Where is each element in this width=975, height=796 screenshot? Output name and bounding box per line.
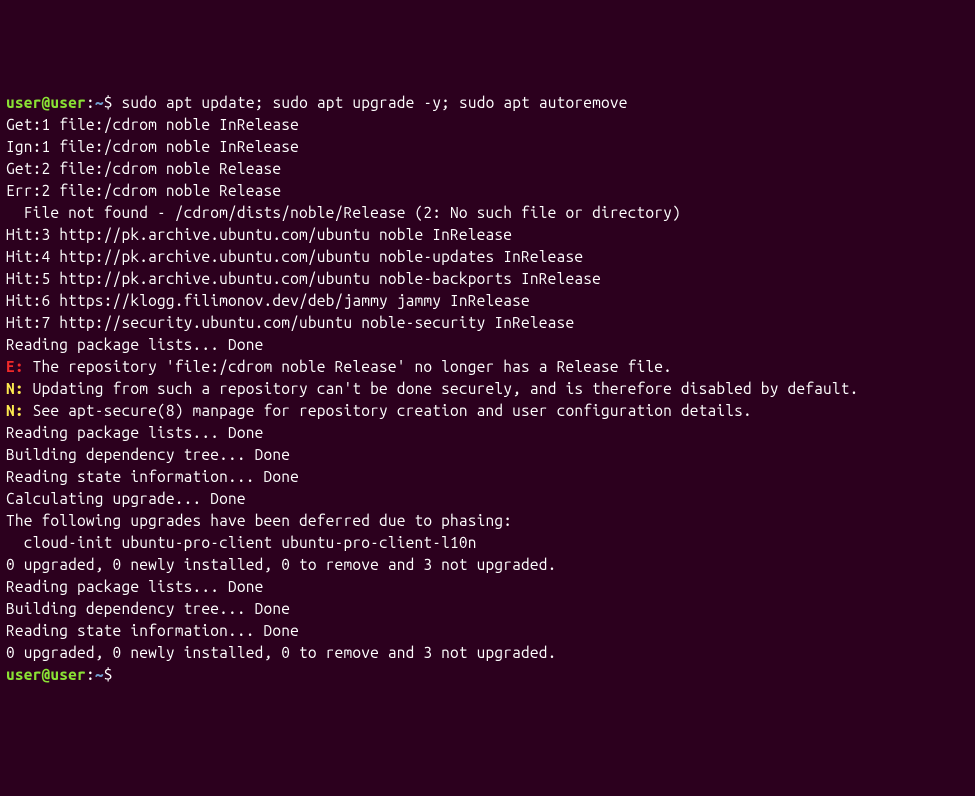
prompt-host: user — [50, 94, 86, 111]
output-text: See apt-secure(8) manpage for repository… — [24, 402, 752, 419]
output-text: Hit:5 http://pk.archive.ubuntu.com/ubunt… — [6, 270, 601, 287]
prompt-at: @ — [42, 666, 51, 683]
output-text: Reading package lists... Done — [6, 336, 264, 353]
output-line: cloud-init ubuntu-pro-client ubuntu-pro-… — [6, 532, 969, 554]
output-line: The following upgrades have been deferre… — [6, 510, 969, 532]
terminal-output: Get:1 file:/cdrom noble InRelease Ign:1 f… — [6, 114, 969, 664]
output-line: 0 upgraded, 0 newly installed, 0 to remo… — [6, 554, 969, 576]
output-text: Hit:3 http://pk.archive.ubuntu.com/ubunt… — [6, 226, 512, 243]
output-line: Ign:1 file:/cdrom noble InRelease — [6, 136, 969, 158]
output-text: Reading state information... Done — [6, 622, 299, 639]
output-text: Updating from such a repository can't be… — [24, 380, 859, 397]
output-text: File not found - /cdrom/dists/noble/Rele… — [6, 204, 681, 221]
output-line: Hit:7 http://security.ubuntu.com/ubuntu … — [6, 312, 969, 334]
output-line: Reading state information... Done — [6, 620, 969, 642]
output-text: Get:2 file:/cdrom noble Release — [6, 160, 281, 177]
output-line: Reading package lists... Done — [6, 334, 969, 356]
prompt-path: ~ — [95, 94, 104, 111]
output-text: Hit:7 http://security.ubuntu.com/ubuntu … — [6, 314, 574, 331]
output-line: Hit:5 http://pk.archive.ubuntu.com/ubunt… — [6, 268, 969, 290]
prompt-user: user — [6, 666, 42, 683]
output-line: 0 upgraded, 0 newly installed, 0 to remo… — [6, 642, 969, 664]
output-line: Reading state information... Done — [6, 466, 969, 488]
prompt-colon: : — [86, 666, 95, 683]
prompt-line-2[interactable]: user@user:~$ — [6, 664, 969, 686]
output-text: The repository 'file:/cdrom noble Releas… — [24, 358, 672, 375]
output-text: Calculating upgrade... Done — [6, 490, 246, 507]
output-text: Hit:6 https://klogg.filimonov.dev/deb/ja… — [6, 292, 530, 309]
output-text: 0 upgraded, 0 newly installed, 0 to remo… — [6, 644, 557, 661]
output-line: Reading package lists... Done — [6, 576, 969, 598]
output-line: Hit:6 https://klogg.filimonov.dev/deb/ja… — [6, 290, 969, 312]
prompt-user: user — [6, 94, 42, 111]
output-text: 0 upgraded, 0 newly installed, 0 to remo… — [6, 556, 557, 573]
output-line: N: See apt-secure(8) manpage for reposit… — [6, 400, 969, 422]
output-text: Reading state information... Done — [6, 468, 299, 485]
output-line: N: Updating from such a repository can't… — [6, 378, 969, 400]
output-text: Reading package lists... Done — [6, 424, 264, 441]
notice-prefix: N: — [6, 380, 24, 397]
output-line: Calculating upgrade... Done — [6, 488, 969, 510]
output-line: Hit:3 http://pk.archive.ubuntu.com/ubunt… — [6, 224, 969, 246]
error-prefix: E: — [6, 358, 24, 375]
output-line: Get:2 file:/cdrom noble Release — [6, 158, 969, 180]
prompt-line-1[interactable]: user@user:~$ sudo apt update; sudo apt u… — [6, 92, 969, 114]
output-line: Building dependency tree... Done — [6, 598, 969, 620]
output-line: Hit:4 http://pk.archive.ubuntu.com/ubunt… — [6, 246, 969, 268]
prompt-colon: : — [86, 94, 95, 111]
output-text: Reading package lists... Done — [6, 578, 264, 595]
output-line: Reading package lists... Done — [6, 422, 969, 444]
prompt-host: user — [50, 666, 86, 683]
output-text: Err:2 file:/cdrom noble Release — [6, 182, 281, 199]
output-text: Hit:4 http://pk.archive.ubuntu.com/ubunt… — [6, 248, 583, 265]
notice-prefix: N: — [6, 402, 24, 419]
output-line: Building dependency tree... Done — [6, 444, 969, 466]
output-text: Ign:1 file:/cdrom noble InRelease — [6, 138, 299, 155]
command-text: sudo apt update; sudo apt upgrade -y; su… — [122, 94, 628, 111]
output-line: Get:1 file:/cdrom noble InRelease — [6, 114, 969, 136]
prompt-dollar: $ — [104, 94, 122, 111]
output-text: Building dependency tree... Done — [6, 446, 290, 463]
output-line: Err:2 file:/cdrom noble Release — [6, 180, 969, 202]
output-line: E: The repository 'file:/cdrom noble Rel… — [6, 356, 969, 378]
prompt-dollar: $ — [104, 666, 122, 683]
output-text: cloud-init ubuntu-pro-client ubuntu-pro-… — [6, 534, 477, 551]
output-text: Get:1 file:/cdrom noble InRelease — [6, 116, 299, 133]
prompt-path: ~ — [95, 666, 104, 683]
output-line: File not found - /cdrom/dists/noble/Rele… — [6, 202, 969, 224]
output-text: Building dependency tree... Done — [6, 600, 290, 617]
output-text: The following upgrades have been deferre… — [6, 512, 512, 529]
